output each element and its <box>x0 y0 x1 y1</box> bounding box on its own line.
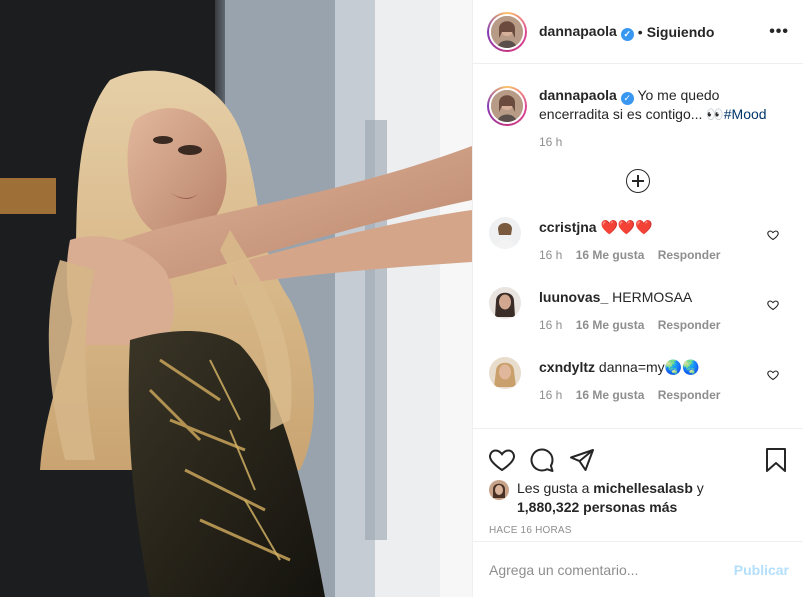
liker-username[interactable]: michellesalasb <box>593 480 693 496</box>
caption-avatar[interactable] <box>487 86 527 126</box>
comment-item: ccristjna ❤️❤️❤️ 16 h 16 Me gusta Respon… <box>473 215 803 285</box>
publish-button[interactable]: Publicar <box>734 562 789 578</box>
save-bookmark-icon[interactable] <box>765 447 787 473</box>
caption-username[interactable]: dannapaola <box>539 87 617 103</box>
author-username-text[interactable]: dannapaola <box>539 23 617 39</box>
liker-avatar-image <box>489 480 509 500</box>
verified-badge-icon: ✓ <box>620 27 634 41</box>
post-caption: dannapaola ✓ Yo me quedo encerradita si e… <box>473 64 803 149</box>
author-username[interactable]: dannapaola ✓ <box>539 23 634 41</box>
likes-text: Les gusta a michellesalasb y 1,880,322 p… <box>517 479 704 517</box>
comment-time[interactable]: 16 h <box>539 388 562 402</box>
comment-likes[interactable]: 16 Me gusta <box>576 248 645 262</box>
comments-section: dannapaola ✓ Yo me quedo encerradita si e… <box>473 64 803 428</box>
caption-verified-icon: ✓ <box>620 92 634 105</box>
load-more-comments <box>473 169 803 193</box>
commenter-avatar[interactable] <box>489 357 521 389</box>
comment-input[interactable] <box>489 561 734 578</box>
reply-button[interactable]: Responder <box>658 318 721 332</box>
plus-circle-icon[interactable] <box>626 169 650 193</box>
reply-button[interactable]: Responder <box>658 388 721 402</box>
liker-avatar[interactable] <box>489 480 509 500</box>
commenter-avatar-image <box>489 357 521 389</box>
add-comment-bar: Publicar <box>473 541 803 597</box>
comment-body: luunovas_ HERMOSAA 16 h 16 Me gusta Resp… <box>539 285 789 355</box>
caption-text: dannapaola ✓ Yo me quedo encerradita si e… <box>539 86 789 123</box>
likes-connector: y <box>696 480 704 496</box>
comment-body: ccristjna ❤️❤️❤️ 16 h 16 Me gusta Respon… <box>539 215 789 285</box>
like-comment-heart-icon[interactable] <box>767 229 779 244</box>
comment-username[interactable]: luunovas_ <box>539 289 608 305</box>
author-avatar-image <box>491 15 523 48</box>
comment-meta: 16 h 16 Me gusta Responder <box>539 318 789 332</box>
comment-username[interactable]: ccristjna <box>539 219 597 235</box>
commenter-avatar[interactable] <box>489 287 521 319</box>
share-paper-plane-icon[interactable] <box>569 448 595 472</box>
post-photo[interactable] <box>0 0 472 597</box>
comment-likes[interactable]: 16 Me gusta <box>576 388 645 402</box>
post-image <box>0 0 472 597</box>
like-comment-heart-icon[interactable] <box>767 299 779 314</box>
comment-likes[interactable]: 16 Me gusta <box>576 318 645 332</box>
caption-avatar-image <box>491 90 523 122</box>
commenter-avatar-image <box>489 217 521 249</box>
like-heart-icon[interactable] <box>489 448 515 472</box>
comment-username[interactable]: cxndyltz <box>539 359 595 375</box>
like-comment-heart-icon[interactable] <box>767 369 779 384</box>
comment-text: luunovas_ HERMOSAA <box>539 288 789 306</box>
commenter-avatar-image <box>489 287 521 319</box>
comment-body: cxndyltz danna=my🌏🌏 16 h 16 Me gusta Res… <box>539 355 789 425</box>
post-header: dannapaola ✓ • Siguiendo ••• <box>473 0 803 64</box>
comment-time[interactable]: 16 h <box>539 248 562 262</box>
author-avatar[interactable] <box>487 11 527 52</box>
caption-body: dannapaola ✓ Yo me quedo encerradita si e… <box>539 86 789 149</box>
caption-hashtag[interactable]: #Mood <box>724 106 767 122</box>
comment-message: danna=my🌏🌏 <box>598 359 700 375</box>
comment-message: HERMOSAA <box>612 289 693 305</box>
comment-meta: 16 h 16 Me gusta Responder <box>539 248 789 262</box>
following-button[interactable]: Siguiendo <box>647 24 715 40</box>
post-actions: Les gusta a michellesalasb y 1,880,322 p… <box>473 428 803 597</box>
comment-text: ccristjna ❤️❤️❤️ <box>539 218 789 236</box>
comment-time[interactable]: 16 h <box>539 318 562 332</box>
likes-prefix: Les gusta a <box>517 480 590 496</box>
reply-button[interactable]: Responder <box>658 248 721 262</box>
header-separator: • <box>637 23 643 40</box>
post-timestamp[interactable]: HACE 16 HORAS <box>473 525 803 536</box>
caption-time[interactable]: 16 h <box>539 135 789 149</box>
action-icons <box>473 429 803 479</box>
comment-text: cxndyltz danna=my🌏🌏 <box>539 358 789 376</box>
more-options-icon[interactable]: ••• <box>769 23 789 41</box>
comment-message: ❤️❤️❤️ <box>600 219 653 235</box>
comment-item: luunovas_ HERMOSAA 16 h 16 Me gusta Resp… <box>473 285 803 355</box>
comment-meta: 16 h 16 Me gusta Responder <box>539 388 789 402</box>
comment-bubble-icon[interactable] <box>529 447 555 473</box>
likes-summary: Les gusta a michellesalasb y 1,880,322 p… <box>473 479 803 517</box>
comment-item: cxndyltz danna=my🌏🌏 16 h 16 Me gusta Res… <box>473 355 803 425</box>
likes-count[interactable]: 1,880,322 personas más <box>517 499 677 515</box>
post-sidebar: dannapaola ✓ • Siguiendo ••• dannapaola … <box>472 0 803 597</box>
commenter-avatar[interactable] <box>489 217 521 249</box>
